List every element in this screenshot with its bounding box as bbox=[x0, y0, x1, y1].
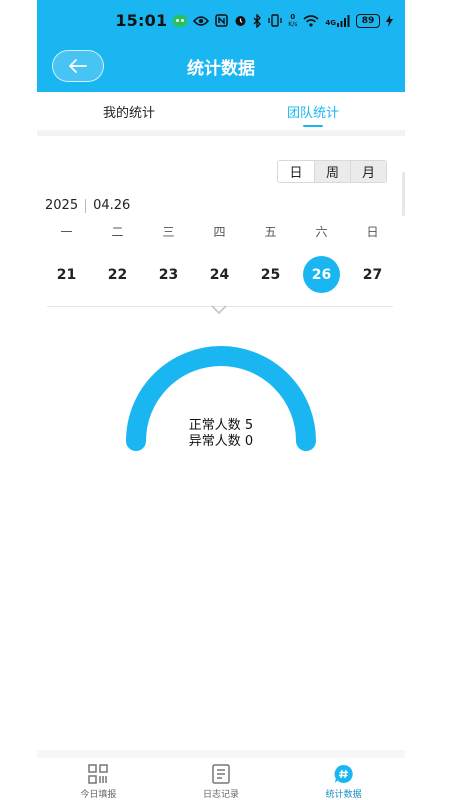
week-days: 21 22 23 24 25 26 27 bbox=[37, 256, 402, 293]
charging-icon bbox=[386, 14, 393, 27]
nfc-icon bbox=[215, 14, 229, 27]
normal-count: 正常人数 5 bbox=[188, 418, 254, 433]
wifi-icon bbox=[303, 14, 319, 27]
day-number: 27 bbox=[362, 266, 383, 283]
day-cell[interactable]: 23 bbox=[143, 256, 194, 293]
expand-calendar-button[interactable] bbox=[211, 300, 227, 319]
weekday-label: 五 bbox=[264, 225, 277, 239]
cellular-icon: 4G bbox=[325, 14, 350, 27]
date-month-day: 04.26 bbox=[93, 198, 131, 213]
app-screen: 15:01 0 K/s 4G 89 统计数据 我的统计 团队统计 日 周 月 2… bbox=[37, 0, 405, 800]
date-year: 2025 bbox=[45, 198, 79, 213]
header-bar: 15:01 0 K/s 4G 89 统计数据 bbox=[37, 0, 405, 92]
stats-tabs: 我的统计 团队统计 bbox=[37, 92, 405, 130]
weekday-label: 日 bbox=[366, 225, 379, 239]
period-week-button[interactable]: 周 bbox=[314, 161, 350, 182]
tab-team-stats[interactable]: 团队统计 bbox=[221, 92, 405, 130]
weekday-header: 一 二 三 四 五 六 日 bbox=[37, 223, 402, 240]
weekday-label: 二 bbox=[111, 225, 124, 239]
tab-my-stats[interactable]: 我的统计 bbox=[37, 92, 221, 130]
day-number: 24 bbox=[209, 266, 230, 283]
nav-statistics[interactable]: 统计数据 bbox=[282, 758, 405, 800]
battery-icon: 89 bbox=[356, 13, 380, 28]
current-date: 2025 04.26 bbox=[45, 198, 130, 213]
nav-today-report[interactable]: 今日填报 bbox=[37, 758, 160, 800]
chevron-down-icon bbox=[211, 305, 227, 315]
section-divider bbox=[37, 130, 405, 136]
vibrate-icon bbox=[268, 14, 282, 27]
day-cell[interactable]: 24 bbox=[194, 256, 245, 293]
qr-grid-icon bbox=[88, 764, 109, 784]
nav-label: 今日填报 bbox=[80, 790, 117, 800]
network-speed-icon: 0 K/s bbox=[288, 12, 298, 28]
nav-label: 日志记录 bbox=[203, 790, 240, 800]
hash-chat-icon bbox=[334, 764, 353, 783]
weekday-label: 六 bbox=[315, 225, 328, 239]
alarm-icon bbox=[234, 14, 247, 27]
nav-log-records[interactable]: 日志记录 bbox=[160, 758, 283, 800]
day-number: 26 bbox=[303, 256, 340, 293]
day-number: 21 bbox=[56, 266, 77, 283]
day-cell-selected[interactable]: 26 bbox=[296, 256, 347, 293]
day-number: 22 bbox=[107, 266, 128, 283]
weekday-label: 四 bbox=[213, 225, 226, 239]
weekday-label: 三 bbox=[162, 225, 175, 239]
page-title: 统计数据 bbox=[187, 59, 255, 79]
stats-summary: 正常人数 5 异常人数 0 bbox=[37, 418, 405, 450]
bottom-nav: 今日填报 日志记录 统计数据 bbox=[37, 758, 405, 800]
scrollbar[interactable] bbox=[402, 172, 405, 216]
date-separator bbox=[85, 198, 87, 213]
eye-icon bbox=[193, 15, 210, 27]
document-icon bbox=[212, 764, 230, 784]
day-number: 23 bbox=[158, 266, 179, 283]
nav-label: 统计数据 bbox=[325, 790, 362, 800]
period-selector: 日 周 月 bbox=[277, 160, 387, 183]
day-cell[interactable]: 21 bbox=[41, 256, 92, 293]
wechat-icon bbox=[173, 14, 188, 27]
day-number: 25 bbox=[260, 266, 281, 283]
weekday-label: 一 bbox=[60, 225, 73, 239]
abnormal-count: 异常人数 0 bbox=[188, 434, 254, 449]
status-bar: 15:01 0 K/s 4G 89 bbox=[115, 11, 393, 30]
period-month-button[interactable]: 月 bbox=[350, 161, 386, 182]
period-day-button[interactable]: 日 bbox=[278, 161, 314, 182]
nav-divider bbox=[37, 750, 405, 758]
bluetooth-icon bbox=[253, 13, 262, 28]
day-cell[interactable]: 25 bbox=[245, 256, 296, 293]
day-cell[interactable]: 22 bbox=[92, 256, 143, 293]
status-time: 15:01 bbox=[115, 11, 168, 30]
day-cell[interactable]: 27 bbox=[347, 256, 398, 293]
